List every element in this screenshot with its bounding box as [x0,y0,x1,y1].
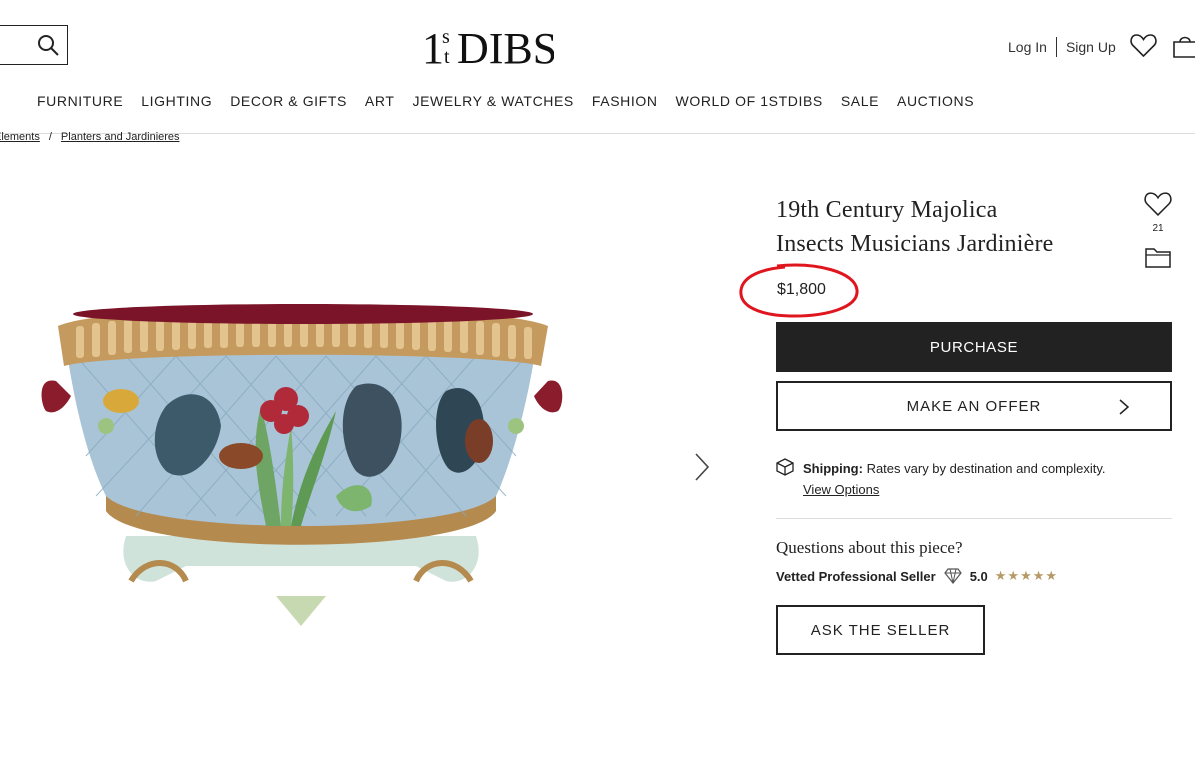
breadcrumb-item-planters[interactable]: Planters and Jardinieres [61,131,180,143]
auth-links: Log In Sign Up [1008,37,1116,57]
nav-item-sale[interactable]: SALE [841,93,879,109]
seller-info: Vetted Professional Seller 5.0 ★ ★ ★ ★ ★ [776,568,1058,584]
shipping-box-icon [776,458,794,476]
product-title-line2: Insects Musicians Jardinière [776,231,1054,257]
purchase-button[interactable]: PURCHASE [776,322,1172,372]
product-title-line1: 19th Century Majolica [776,197,998,223]
main-nav: FURNITURE LIGHTING DECOR & GIFTS ART JEW… [37,93,992,109]
svg-text:t: t [444,46,450,68]
breadcrumb: Elements / Planters and Jardinieres [0,131,180,143]
shipping-text: Rates vary by destination and complexity… [866,461,1106,476]
nav-item-lighting[interactable]: LIGHTING [141,93,212,109]
login-link[interactable]: Log In [1008,39,1047,55]
heart-icon[interactable] [1144,191,1172,217]
questions-heading: Questions about this piece? [776,538,963,557]
product-title: 19th Century Majolica Insects Musicians … [776,193,1116,261]
logo-mark: 1 s t DIBS [422,24,557,73]
star-icon: ★ [994,568,1007,583]
shipping-line: Shipping: Rates vary by destination and … [803,461,1106,476]
breadcrumb-separator: / [48,131,52,143]
favorite-control[interactable]: 21 [1143,191,1173,234]
ask-seller-button[interactable]: ASK THE SELLER [776,605,985,655]
search-box[interactable] [0,25,68,65]
seller-rating: 5.0 [969,568,988,584]
price: $1,800 [777,281,826,298]
make-offer-button[interactable]: MAKE AN OFFER [776,381,1172,431]
rating-stars: ★ ★ ★ ★ ★ [995,568,1058,584]
nav-item-world[interactable]: WORLD OF 1STDIBS [676,93,823,109]
shipping-label: Shipping: [803,461,863,476]
folder-icon[interactable] [1145,246,1171,268]
favorite-count: 21 [1152,223,1164,234]
auth-divider [1055,37,1057,57]
nav-item-fashion[interactable]: FASHION [592,93,658,109]
star-icon: ★ [1020,568,1032,583]
nav-item-auctions[interactable]: AUCTIONS [897,93,974,109]
shipping-divider [776,518,1172,519]
star-icon: ★ [1007,568,1020,583]
search-icon[interactable] [37,34,59,56]
star-icon: ★ [1045,568,1058,583]
site-logo[interactable]: 1 s t DIBS [422,22,557,73]
heart-icon[interactable] [1130,33,1157,58]
chevron-right-icon [1119,399,1130,415]
product-image[interactable] [36,296,566,636]
diamond-icon [943,568,962,584]
star-icon: ★ [1032,568,1045,583]
svg-text:s: s [442,26,450,48]
nav-item-art[interactable]: ART [365,93,395,109]
carousel-next-icon[interactable] [693,452,711,482]
signup-link[interactable]: Sign Up [1066,39,1116,55]
make-offer-label: MAKE AN OFFER [906,397,1042,415]
nav-item-jewelry[interactable]: JEWELRY & WATCHES [412,93,573,109]
breadcrumb-item-elements[interactable]: Elements [0,131,40,143]
nav-item-decor[interactable]: DECOR & GIFTS [230,93,347,109]
shopping-bag-icon[interactable] [1172,33,1195,59]
nav-item-furniture[interactable]: FURNITURE [37,93,123,109]
view-options-link[interactable]: View Options [803,482,879,497]
vetted-seller-label: Vetted Professional Seller [776,568,936,584]
svg-text:DIBS: DIBS [457,24,554,68]
svg-text:1: 1 [422,24,444,68]
